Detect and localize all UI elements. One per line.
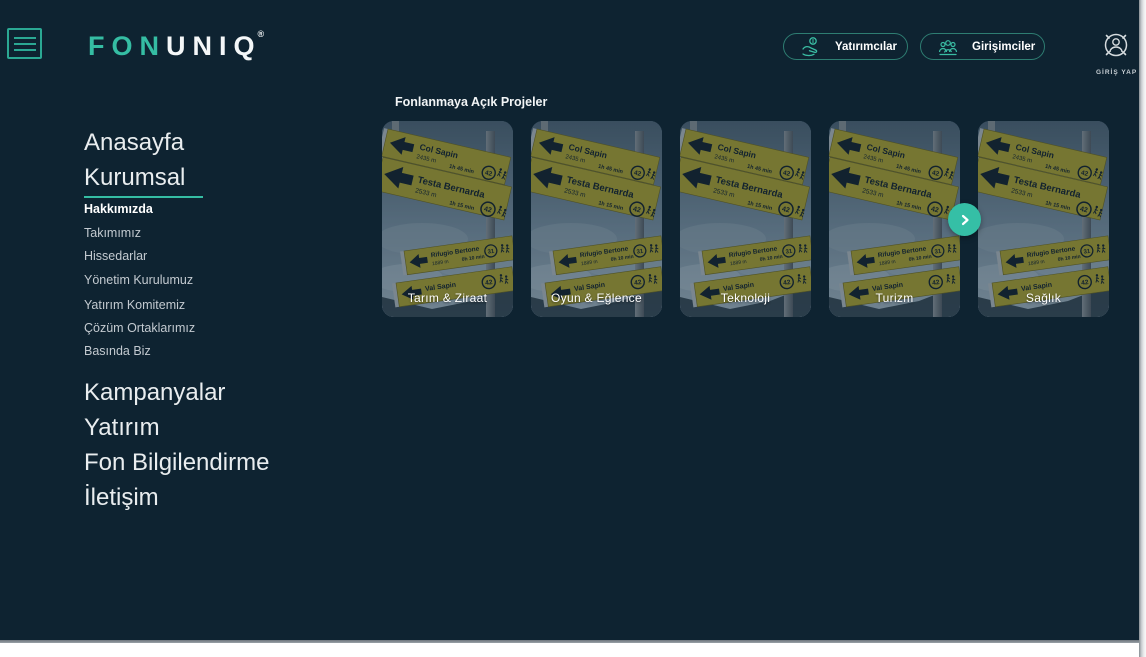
chevron-right-icon [958,213,972,227]
investors-button-label: Yatırımcılar [835,41,897,53]
signpost-photo [531,121,662,317]
signpost-photo [978,121,1109,317]
signpost-photo [382,121,513,317]
subnav-item-takimimiz[interactable]: Takımımız [84,226,141,240]
hamburger-menu-button[interactable] [7,28,42,59]
project-card-oyun-eglence[interactable]: Oyun & Eğlence [531,121,662,317]
nav-item-yatirim[interactable]: Yatırım [84,414,160,442]
logo-text-primary: FON [88,31,166,61]
login-button[interactable]: GİRİŞ YAP [1096,28,1136,76]
investor-hand-coin-icon [799,35,823,59]
hamburger-line [14,37,36,39]
subnav-item-basinda-biz[interactable]: Basında Biz [84,344,151,358]
signpost-photo [680,121,811,317]
hamburger-line [14,43,36,45]
hamburger-line [14,49,36,51]
project-card-teknoloji[interactable]: Teknoloji [680,121,811,317]
subnav-item-yonetim-kurulumuz[interactable]: Yönetim Kurulumuz [84,273,193,287]
user-target-icon [1098,28,1134,62]
project-cards-row: Tarım & Ziraat Oyun & Eğlence Teknoloji … [382,121,1109,317]
project-card-turizm[interactable]: Turizm [829,121,960,317]
page-background: FONUNIQ® Yatırımcılar Girişimciler [0,0,1139,640]
project-card-label: Oyun & Eğlence [531,291,662,305]
subnav-item-hissedarlar[interactable]: Hissedarlar [84,249,147,263]
project-card-saglik[interactable]: Sağlık [978,121,1109,317]
project-card-label: Sağlık [978,291,1109,305]
login-button-label: GİRİŞ YAP [1096,69,1136,76]
entrepreneurs-button-label: Girişimciler [972,41,1035,53]
entrepreneur-people-icon [936,35,960,59]
project-card-label: Turizm [829,291,960,305]
fonuniq-logo[interactable]: FONUNIQ® [88,29,264,62]
nav-item-kurumsal[interactable]: Kurumsal [84,164,185,192]
project-card-label: Tarım & Ziraat [382,291,513,305]
projects-section-title: Fonlanmaya Açık Projeler [395,95,547,109]
registered-mark: ® [258,29,265,39]
window-right-edge [1139,0,1146,657]
investors-button[interactable]: Yatırımcılar [783,33,908,60]
subnav-item-cozum-ortaklarimiz[interactable]: Çözüm Ortaklarımız [84,321,195,335]
nav-item-iletisim[interactable]: İletişim [84,484,159,512]
entrepreneurs-button[interactable]: Girişimciler [920,33,1045,60]
signpost-photo [829,121,960,317]
nav-item-anasayfa[interactable]: Anasayfa [84,129,184,157]
subnav-item-yatirim-komitemiz[interactable]: Yatırım Komitemiz [84,298,185,312]
logo-text-secondary: UNIQ [166,31,262,61]
page-bottom-edge [0,640,1139,643]
nav-item-fon-bilgilendirme[interactable]: Fon Bilgilendirme [84,449,269,477]
active-nav-underline [84,196,203,198]
project-card-label: Teknoloji [680,291,811,305]
subnav-item-hakkimizda[interactable]: Hakkımızda [84,202,153,216]
project-card-tarim-ziraat[interactable]: Tarım & Ziraat [382,121,513,317]
carousel-next-button[interactable] [948,203,981,236]
nav-item-kampanyalar[interactable]: Kampanyalar [84,379,225,407]
